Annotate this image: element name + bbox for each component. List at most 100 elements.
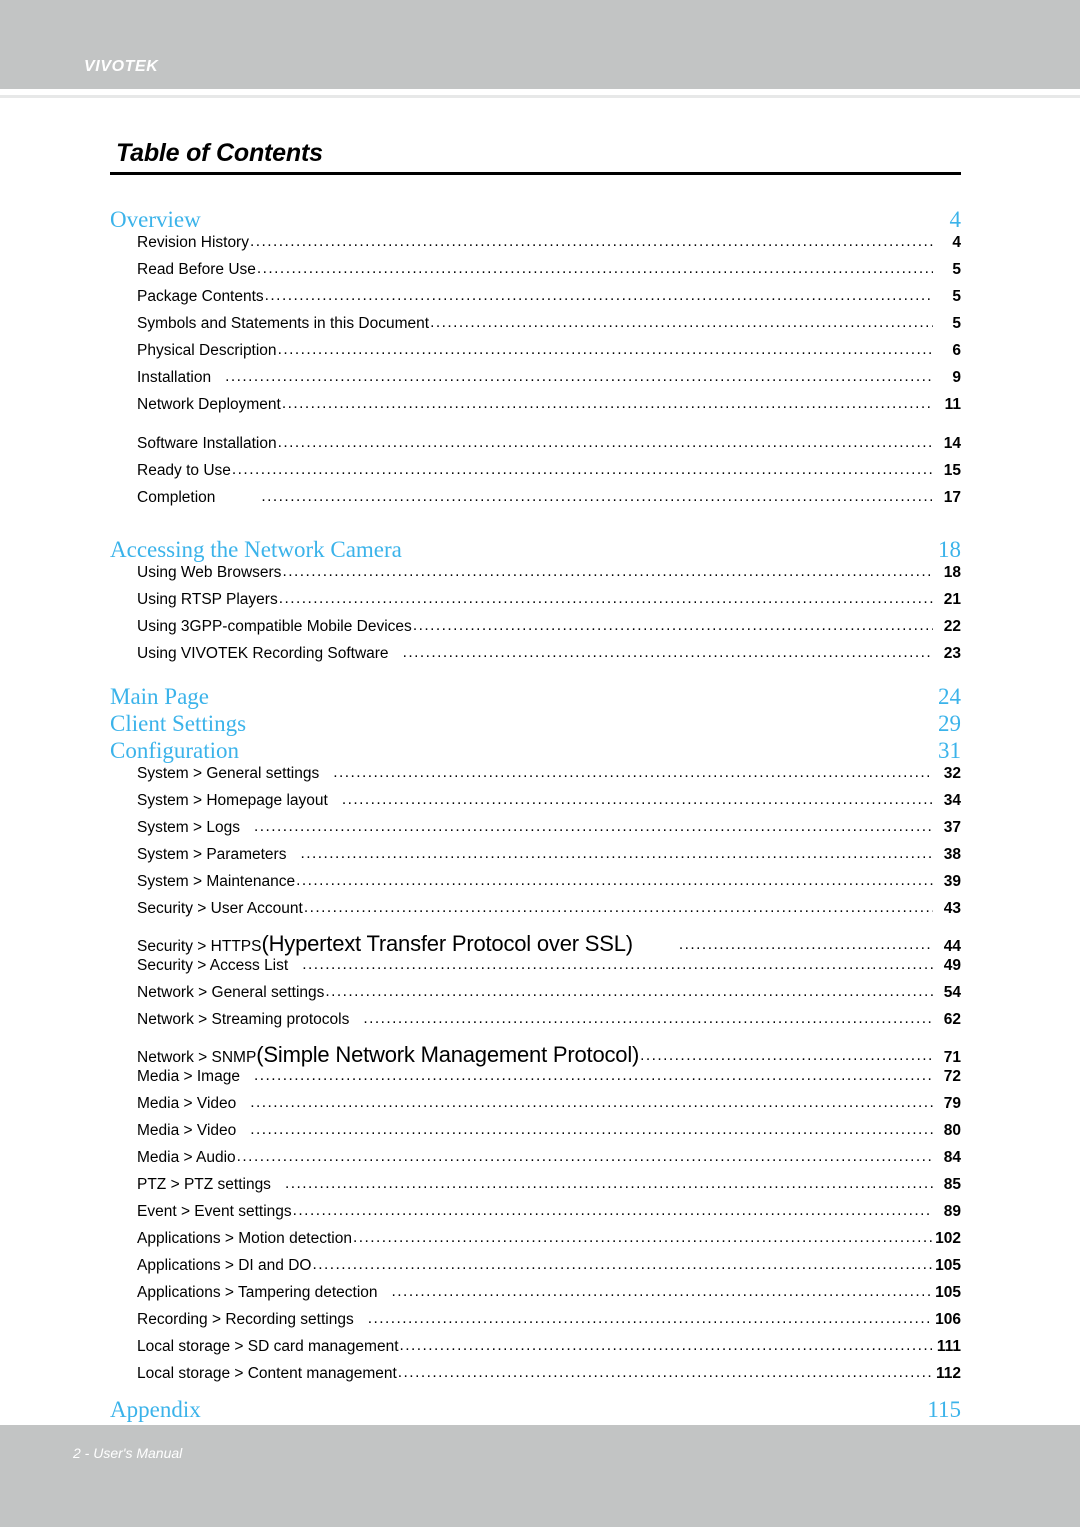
toc-entry-media-video-79[interactable]: Media > Video 79 <box>137 1096 961 1123</box>
dot-leader <box>392 1284 933 1300</box>
toc-entry-applications-di-and-do[interactable]: Applications > DI and DO 105 <box>137 1258 961 1285</box>
toc-section-label: Main Page <box>110 684 210 709</box>
toc-entry-page: 14 <box>943 435 961 452</box>
toc-entry-page: 9 <box>952 369 961 386</box>
toc-entry-label: Media > Image <box>137 1068 240 1085</box>
toc-entry-network-snmp[interactable]: Network > SNMP (Simple Network Managemen… <box>137 1044 961 1069</box>
toc-entry-page: 21 <box>943 591 961 608</box>
dot-leader <box>285 1176 933 1192</box>
toc-entry-system-maintenance[interactable]: System > Maintenance 39 <box>137 874 961 901</box>
dot-leader <box>353 1230 933 1246</box>
toc-entry-package-contents[interactable]: Package Contents 5 <box>137 289 961 316</box>
toc-entry-page: 72 <box>943 1068 961 1085</box>
toc-entry-label: Security > HTTPS <box>137 938 262 955</box>
toc-entry-page: 6 <box>952 342 961 359</box>
toc-entry-system-general-settings[interactable]: System > General settings 32 <box>137 766 961 793</box>
toc-entry-recording-settings[interactable]: Recording > Recording settings 106 <box>137 1312 961 1339</box>
toc-entry-using-vivotek-recording-software[interactable]: Using VIVOTEK Recording Software 23 <box>137 646 961 673</box>
toc-entry-page: 102 <box>935 1230 961 1247</box>
toc-entry-network-streaming-protocols[interactable]: Network > Streaming protocols 62 <box>137 1012 961 1039</box>
toc-entry-page: 22 <box>943 618 961 635</box>
toc-entry-page: 43 <box>943 900 961 917</box>
toc-entry-installation[interactable]: Installation 9 <box>137 370 961 397</box>
toc-entry-label: Revision History <box>137 234 249 251</box>
dot-leader <box>400 1338 934 1354</box>
toc-section-page: 24 <box>938 684 961 709</box>
toc-entry-page: 4 <box>952 234 961 251</box>
toc-section-page: 29 <box>938 711 961 736</box>
toc-entry-label: Package Contents <box>137 288 264 305</box>
toc-entry-page: 80 <box>943 1122 961 1139</box>
dot-leader <box>333 765 933 781</box>
dot-leader <box>282 564 933 580</box>
toc-entry-using-rtsp-players[interactable]: Using RTSP Players 21 <box>137 592 961 619</box>
toc-entry-page: 71 <box>943 1049 961 1066</box>
toc-entry-system-logs[interactable]: System > Logs 37 <box>137 820 961 847</box>
brand-logo: VIVOTEK <box>84 58 159 75</box>
toc-entry-page: 37 <box>943 819 961 836</box>
toc-entry-page: 106 <box>935 1311 961 1328</box>
toc-entry-page: 84 <box>943 1149 961 1166</box>
toc-section-configuration[interactable]: Configuration 31 <box>110 739 961 766</box>
toc-entry-security-user-account[interactable]: Security > User Account 43 <box>137 901 961 928</box>
toc-entry-physical-description[interactable]: Physical Description 6 <box>137 343 961 370</box>
toc-entry-label: Media > Video <box>137 1122 237 1139</box>
toc-entry-label: Installation <box>137 369 212 386</box>
toc-entry-label: Physical Description <box>137 342 277 359</box>
toc-entry-label: System > General settings <box>137 765 320 782</box>
toc-entry-read-before-use[interactable]: Read Before Use 5 <box>137 262 961 289</box>
toc-entry-page: 39 <box>943 873 961 890</box>
toc-entry-symbols-and-statements[interactable]: Symbols and Statements in this Document … <box>137 316 961 343</box>
toc-entry-page: 105 <box>935 1257 961 1274</box>
dot-leader <box>250 234 933 250</box>
toc-entry-local-storage-sd-card-management[interactable]: Local storage > SD card management 111 <box>137 1339 961 1366</box>
header-divider <box>0 95 1080 98</box>
toc-entry-system-homepage-layout[interactable]: System > Homepage layout 34 <box>137 793 961 820</box>
dot-leader <box>342 792 933 808</box>
toc-entry-local-storage-content-management[interactable]: Local storage > Content management 112 <box>137 1366 961 1393</box>
toc-entry-using-3gpp-mobile-devices[interactable]: Using 3GPP-compatible Mobile Devices 22 <box>137 619 961 646</box>
dot-leader <box>257 261 933 277</box>
toc-entry-security-https[interactable]: Security > HTTPS (Hypertext Transfer Pro… <box>137 933 961 958</box>
toc-entry-security-access-list[interactable]: Security > Access List 49 <box>137 958 961 985</box>
toc-entry-completion[interactable]: Completion 17 <box>137 490 961 517</box>
footer-bar <box>0 1425 1080 1527</box>
toc-section-client-settings[interactable]: Client Settings 29 <box>110 712 961 739</box>
toc-entry-revision-history[interactable]: Revision History 4 <box>137 235 961 262</box>
toc-section-main-page[interactable]: Main Page 24 <box>110 685 961 712</box>
toc-entry-using-web-browsers[interactable]: Using Web Browsers 18 <box>137 565 961 592</box>
dot-leader <box>225 369 933 385</box>
toc-entry-applications-motion-detection[interactable]: Applications > Motion detection 102 <box>137 1231 961 1258</box>
toc-section-appendix[interactable]: Appendix 115 <box>110 1398 961 1425</box>
dot-leader <box>430 315 933 331</box>
dot-leader <box>413 618 933 634</box>
toc-entry-media-audio[interactable]: Media > Audio 84 <box>137 1150 961 1177</box>
toc-entry-media-image[interactable]: Media > Image 72 <box>137 1069 961 1096</box>
toc-entry-label: Media > Audio <box>137 1149 236 1166</box>
toc-entry-page: 34 <box>943 792 961 809</box>
toc-entry-ready-to-use[interactable]: Ready to Use 15 <box>137 463 961 490</box>
dot-leader <box>250 1122 933 1138</box>
header-bar: VIVOTEK <box>0 0 1080 89</box>
toc-entry-network-general-settings[interactable]: Network > General settings 54 <box>137 985 961 1012</box>
toc-section-overview[interactable]: Overview 4 <box>110 208 961 235</box>
toc-entry-software-installation[interactable]: Software Installation 14 <box>137 436 961 463</box>
toc-entry-page: 44 <box>943 938 961 955</box>
toc-section-accessing-the-network-camera[interactable]: Accessing the Network Camera 18 <box>110 538 961 565</box>
toc-entry-label: Network > Streaming protocols <box>137 1011 350 1028</box>
toc-entry-network-deployment[interactable]: Network Deployment 11 <box>137 397 961 424</box>
dot-leader <box>261 489 933 505</box>
toc-entry-label: Using 3GPP-compatible Mobile Devices <box>137 618 412 635</box>
toc-section-page: 4 <box>949 207 962 232</box>
dot-leader <box>282 396 933 412</box>
toc-entry-page: 49 <box>943 957 961 974</box>
toc-section-page: 31 <box>938 738 961 763</box>
toc-entry-system-parameters[interactable]: System > Parameters 38 <box>137 847 961 874</box>
toc-entry-applications-tampering-detection[interactable]: Applications > Tampering detection 105 <box>137 1285 961 1312</box>
toc-entry-event-settings[interactable]: Event > Event settings 89 <box>137 1204 961 1231</box>
toc-entry-media-video-80[interactable]: Media > Video 80 <box>137 1123 961 1150</box>
toc-entry-label: Security > Access List <box>137 957 289 974</box>
toc-entry-label: Software Installation <box>137 435 277 452</box>
toc-entry-ptz-settings[interactable]: PTZ > PTZ settings 85 <box>137 1177 961 1204</box>
